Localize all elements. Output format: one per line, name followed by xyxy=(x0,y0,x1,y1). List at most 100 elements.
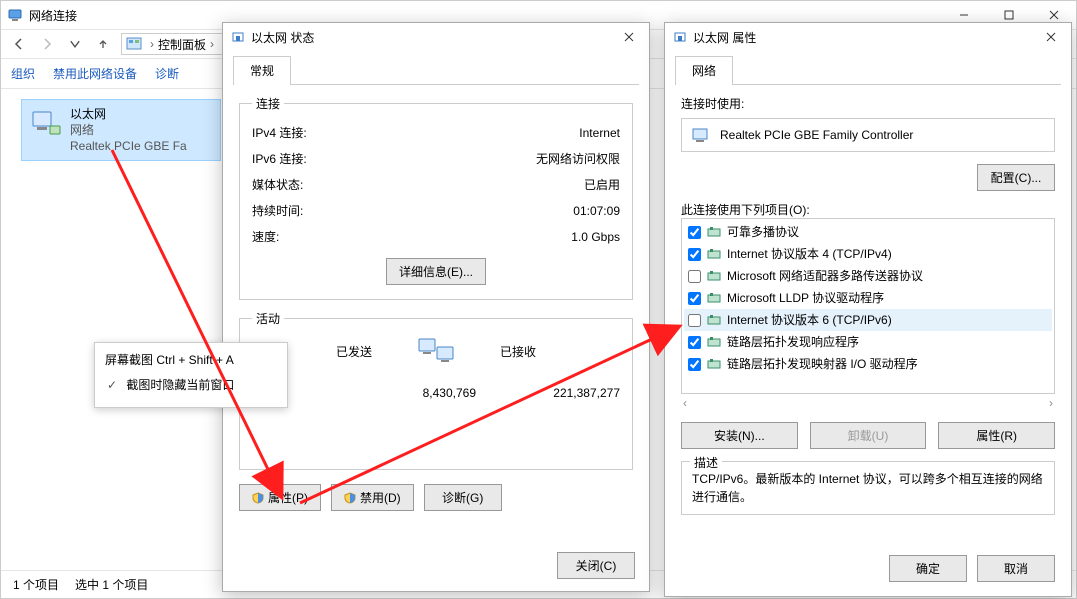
adapter-display: Realtek PCIe GBE Family Controller xyxy=(681,118,1055,152)
protocol-item[interactable]: Internet 协议版本 4 (TCP/IPv4) xyxy=(684,243,1052,265)
protocol-icon xyxy=(707,336,721,348)
disable-button[interactable]: 禁用(D) xyxy=(331,484,414,511)
scroll-right-icon[interactable]: › xyxy=(1049,396,1053,410)
protocol-label: 链路层拓扑发现响应程序 xyxy=(727,333,859,351)
list-hscroll[interactable]: ‹ › xyxy=(681,396,1055,410)
configure-button[interactable]: 配置(C)... xyxy=(977,164,1055,191)
group-legend: 活动 xyxy=(252,310,284,327)
group-legend: 连接 xyxy=(252,95,284,112)
shield-icon xyxy=(252,492,264,504)
nic-icon xyxy=(30,106,62,138)
tab-general[interactable]: 常规 xyxy=(233,56,291,85)
adapter-network: 网络 xyxy=(70,122,187,138)
disable-device-button[interactable]: 禁用此网络设备 xyxy=(53,65,137,82)
scroll-left-icon[interactable]: ‹ xyxy=(683,396,687,410)
cancel-button[interactable]: 取消 xyxy=(977,555,1055,582)
diagnose-button[interactable]: 诊断(G) xyxy=(424,484,502,511)
protocol-label: Microsoft LLDP 协议驱动程序 xyxy=(727,289,884,307)
protocol-icon xyxy=(707,226,721,238)
disable-button-label: 禁用(D) xyxy=(360,489,401,506)
protocol-item[interactable]: 链路层拓扑发现响应程序 xyxy=(684,331,1052,353)
protocol-checkbox[interactable] xyxy=(688,226,701,239)
chevron-right-icon: › xyxy=(210,37,214,51)
connection-group: 连接 IPv4 连接: Internet IPv6 连接: 无网络访问权限 媒体状态… xyxy=(239,95,633,300)
window-title: 网络连接 xyxy=(29,7,77,24)
adapter-name: Realtek PCIe GBE Family Controller xyxy=(720,128,913,142)
details-button[interactable]: 详细信息(E)... xyxy=(386,258,486,285)
properties-button-label: 属性(P) xyxy=(268,489,308,506)
protocol-item[interactable]: 可靠多播协议 xyxy=(684,221,1052,243)
ethernet-icon xyxy=(231,30,245,44)
forward-button[interactable] xyxy=(33,32,61,56)
ipv6-label: IPv6 连接: xyxy=(252,146,307,172)
connect-using-label: 连接时使用: xyxy=(681,95,1055,112)
adapter-hardware: Realtek PCIe GBE Fa xyxy=(70,138,187,154)
protocol-checkbox[interactable] xyxy=(688,336,701,349)
ipv4-value: Internet xyxy=(579,120,620,146)
protocol-checkbox[interactable] xyxy=(688,314,701,327)
back-button[interactable] xyxy=(5,32,33,56)
control-panel-icon xyxy=(126,36,142,52)
ipv4-label: IPv4 连接: xyxy=(252,120,307,146)
protocol-icon xyxy=(707,248,721,260)
item-properties-button[interactable]: 属性(R) xyxy=(938,422,1055,449)
close-button[interactable] xyxy=(609,23,649,51)
ethernet-properties-dialog: 以太网 属性 网络 连接时使用: Realtek PCIe GBE Family… xyxy=(664,22,1072,597)
protocol-label: Internet 协议版本 6 (TCP/IPv6) xyxy=(727,311,892,329)
protocol-item[interactable]: 链路层拓扑发现映射器 I/O 驱动程序 xyxy=(684,353,1052,375)
activity-group: 活动 已发送 已接收 字节: 8,430,769 221,387,277 xyxy=(239,310,633,470)
protocol-icon xyxy=(707,314,721,326)
tooltip-line-2: 截图时隐藏当前窗口 xyxy=(126,378,234,392)
protocol-label: Microsoft 网络适配器多路传送器协议 xyxy=(727,267,923,285)
close-dialog-button[interactable]: 关闭(C) xyxy=(557,552,635,579)
protocol-icon xyxy=(707,358,721,370)
protocol-item[interactable]: Microsoft 网络适配器多路传送器协议 xyxy=(684,265,1052,287)
bytes-recv-value: 221,387,277 xyxy=(500,381,620,405)
install-button[interactable]: 安装(N)... xyxy=(681,422,798,449)
uninstall-button[interactable]: 卸载(U) xyxy=(810,422,927,449)
network-icon xyxy=(7,7,23,23)
duration-value: 01:07:09 xyxy=(573,198,620,224)
status-selected-count: 选中 1 个项目 xyxy=(75,576,148,593)
media-label: 媒体状态: xyxy=(252,172,303,198)
description-group: 描述 TCP/IPv6。最新版本的 Internet 协议，可以跨多个相互连接的… xyxy=(681,461,1055,515)
dialog-tabs: 常规 xyxy=(233,55,639,85)
group-legend: 描述 xyxy=(690,454,722,471)
media-value: 已启用 xyxy=(584,172,620,198)
breadcrumb-item[interactable]: 控制面板 xyxy=(158,36,206,53)
protocol-checkbox[interactable] xyxy=(688,270,701,283)
nic-icon xyxy=(692,127,712,143)
computers-icon xyxy=(417,335,455,367)
dialog-title: 以太网 属性 xyxy=(693,29,756,46)
ok-button[interactable]: 确定 xyxy=(889,555,967,582)
tooltip-line-1: 屏幕截图 Ctrl + Shift + A xyxy=(105,351,277,368)
protocol-checkbox[interactable] xyxy=(688,358,701,371)
tab-network[interactable]: 网络 xyxy=(675,56,733,85)
screenshot-tooltip: 屏幕截图 Ctrl + Shift + A ✓ 截图时隐藏当前窗口 xyxy=(94,342,288,408)
organize-menu[interactable]: 组织 xyxy=(11,65,35,82)
diagnose-button[interactable]: 诊断 xyxy=(155,65,179,82)
dialog-tabs: 网络 xyxy=(675,55,1061,85)
duration-label: 持续时间: xyxy=(252,198,303,224)
dialog-title: 以太网 状态 xyxy=(251,29,314,46)
protocol-checkbox[interactable] xyxy=(688,248,701,261)
up-button[interactable] xyxy=(89,32,117,56)
check-icon: ✓ xyxy=(105,378,119,392)
recent-dropdown[interactable] xyxy=(61,32,89,56)
close-button[interactable] xyxy=(1031,23,1071,51)
shield-icon xyxy=(344,492,356,504)
adapter-name: 以太网 xyxy=(70,106,187,122)
dialog-titlebar: 以太网 状态 xyxy=(223,23,649,51)
recv-label: 已接收 xyxy=(500,343,620,360)
protocol-list[interactable]: 可靠多播协议 Internet 协议版本 4 (TCP/IPv4) Microsof… xyxy=(681,218,1055,394)
protocol-checkbox[interactable] xyxy=(688,292,701,305)
adapter-item-ethernet[interactable]: 以太网 网络 Realtek PCIe GBE Fa xyxy=(21,99,221,161)
ethernet-status-dialog: 以太网 状态 常规 连接 IPv4 连接: Internet IPv6 连接: 无网… xyxy=(222,22,650,592)
speed-value: 1.0 Gbps xyxy=(571,224,620,250)
ipv6-value: 无网络访问权限 xyxy=(536,146,620,172)
protocol-icon xyxy=(707,292,721,304)
protocol-label: Internet 协议版本 4 (TCP/IPv4) xyxy=(727,245,892,263)
protocol-item[interactable]: Microsoft LLDP 协议驱动程序 xyxy=(684,287,1052,309)
protocol-item[interactable]: Internet 协议版本 6 (TCP/IPv6) xyxy=(684,309,1052,331)
properties-button[interactable]: 属性(P) xyxy=(239,484,321,511)
